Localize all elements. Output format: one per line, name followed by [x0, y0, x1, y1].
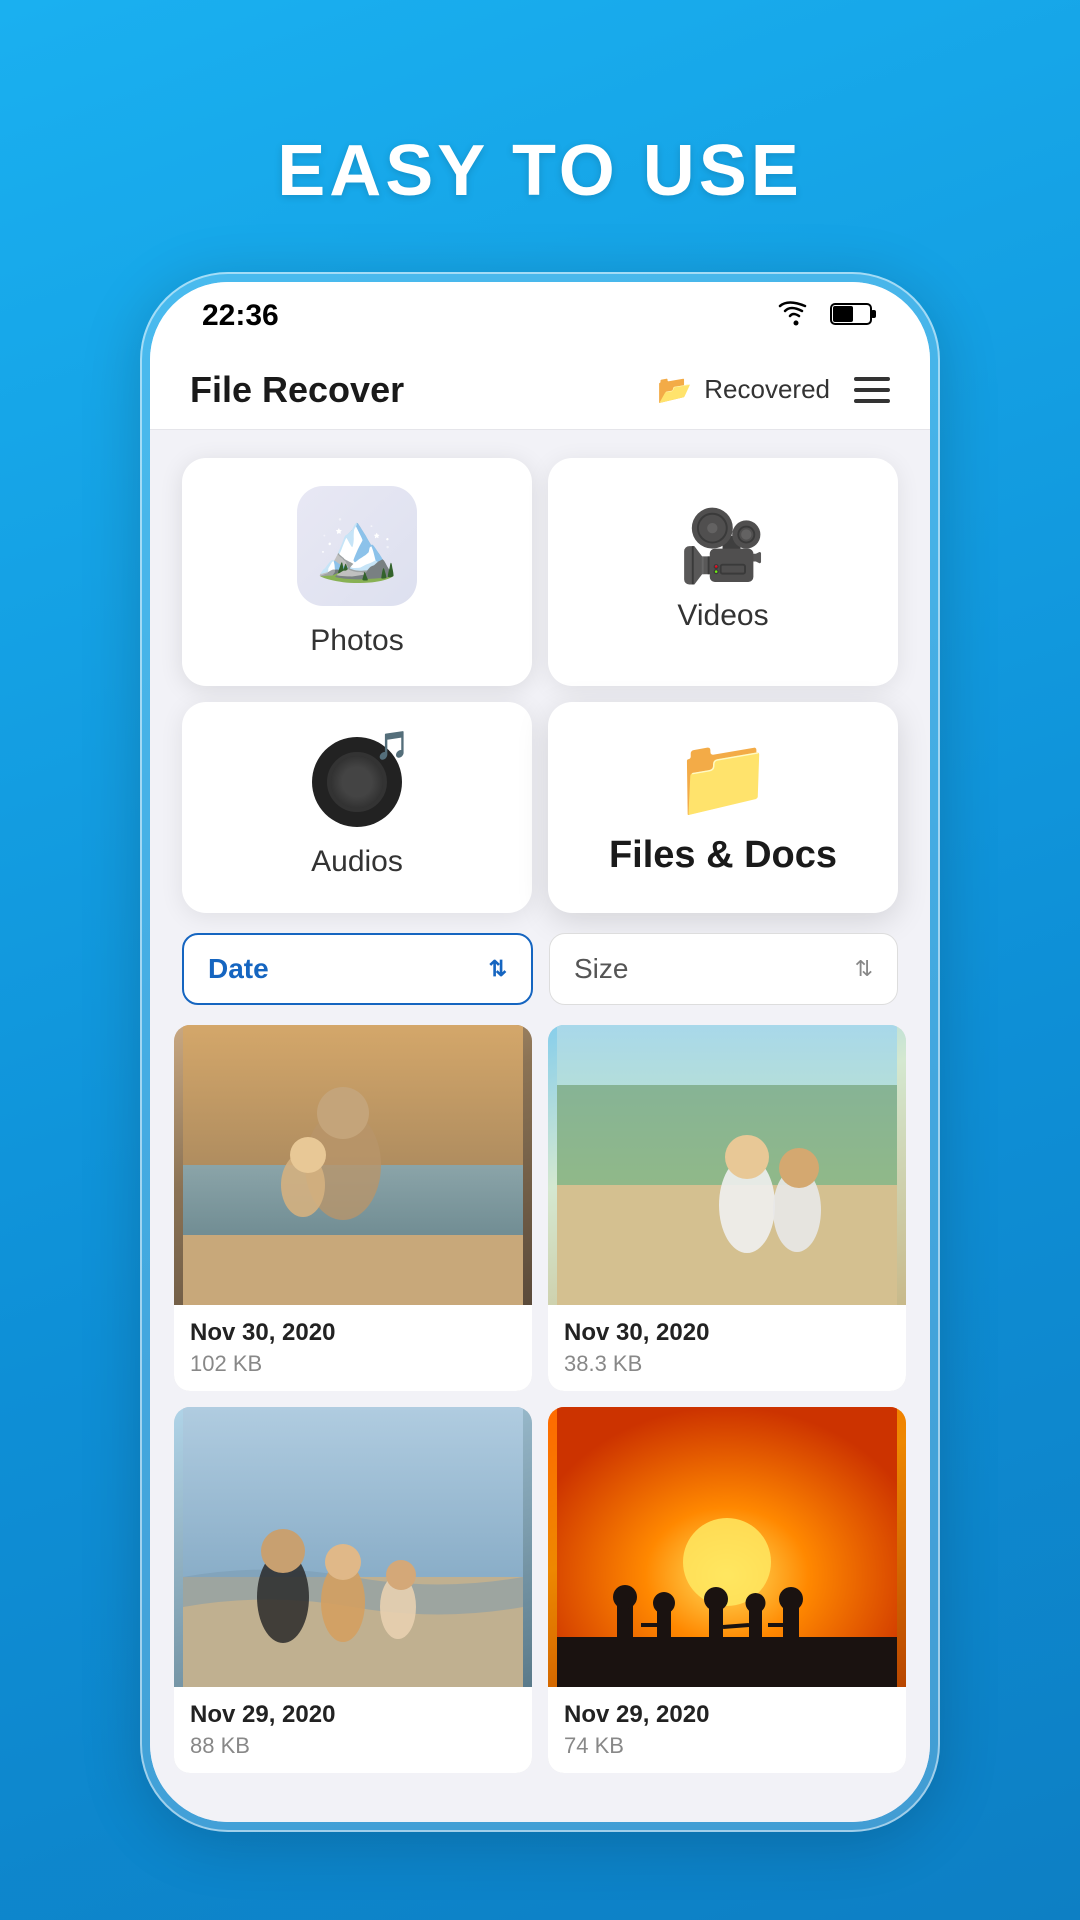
- audios-label: Audios: [311, 845, 403, 879]
- photo-size-3: 74 KB: [564, 1733, 890, 1759]
- photo-thumb-1: [548, 1025, 906, 1305]
- sort-row: Date ⇅ Size ⇅: [150, 921, 930, 1017]
- phone-shell: 22:36: [140, 272, 940, 1832]
- photo-cell-3[interactable]: Nov 29, 2020 74 KB: [548, 1407, 906, 1773]
- videos-icon: 🎥: [679, 511, 766, 581]
- photo-size-1: 38.3 KB: [564, 1351, 890, 1377]
- photo-date-2: Nov 29, 2020: [190, 1701, 516, 1729]
- filesdocs-label: Files & Docs: [609, 834, 837, 877]
- category-grid: 🏔️ Photos 🎥 Videos 🎵: [150, 430, 930, 921]
- photo-cell-0[interactable]: Nov 30, 2020 102 KB: [174, 1025, 532, 1391]
- wifi-icon: [778, 300, 814, 333]
- sort-date-select[interactable]: Date ⇅: [182, 933, 533, 1005]
- photo-thumb-0: [174, 1025, 532, 1305]
- status-time: 22:36: [202, 299, 279, 333]
- sort-size-select[interactable]: Size ⇅: [549, 933, 898, 1005]
- headline: EASY TO USE: [277, 130, 803, 212]
- audio-note-icon: 🎵: [375, 729, 410, 762]
- photo-thumb-2: [174, 1407, 532, 1687]
- photo-size-2: 88 KB: [190, 1733, 516, 1759]
- app-header: File Recover 📂 Recovered: [150, 350, 930, 430]
- category-card-filesdocs[interactable]: 📁 Files & Docs: [548, 702, 898, 913]
- battery-icon: [830, 301, 878, 332]
- category-card-audios[interactable]: 🎵 Audios: [182, 702, 532, 913]
- photo-date-1: Nov 30, 2020: [564, 1319, 890, 1347]
- photo-cell-1[interactable]: Nov 30, 2020 38.3 KB: [548, 1025, 906, 1391]
- app-content: 🏔️ Photos 🎥 Videos 🎵: [150, 430, 930, 1822]
- recovered-folder-icon: 📂: [657, 373, 692, 406]
- sort-date-label: Date: [208, 953, 269, 985]
- sort-size-label: Size: [574, 953, 628, 985]
- category-card-photos[interactable]: 🏔️ Photos: [182, 458, 532, 686]
- status-bar: 22:36: [150, 282, 930, 350]
- app-title: File Recover: [190, 369, 404, 411]
- photo-date-3: Nov 29, 2020: [564, 1701, 890, 1729]
- sort-date-arrow-icon: ⇅: [489, 956, 507, 982]
- recovered-button[interactable]: 📂 Recovered: [657, 373, 830, 406]
- photo-date-0: Nov 30, 2020: [190, 1319, 516, 1347]
- category-card-videos[interactable]: 🎥 Videos: [548, 458, 898, 686]
- photo-thumb-3: [548, 1407, 906, 1687]
- hamburger-menu-button[interactable]: [854, 377, 890, 403]
- photo-size-0: 102 KB: [190, 1351, 516, 1377]
- filesdocs-icon: 📁: [674, 738, 771, 816]
- photos-icon: 🏔️: [315, 512, 400, 580]
- photo-cell-2[interactable]: Nov 29, 2020 88 KB: [174, 1407, 532, 1773]
- sort-size-arrow-icon: ⇅: [855, 956, 873, 982]
- videos-label: Videos: [677, 599, 768, 633]
- photo-grid: Nov 30, 2020 102 KB: [150, 1017, 930, 1781]
- photos-label: Photos: [310, 624, 403, 658]
- recovered-label: Recovered: [704, 374, 830, 405]
